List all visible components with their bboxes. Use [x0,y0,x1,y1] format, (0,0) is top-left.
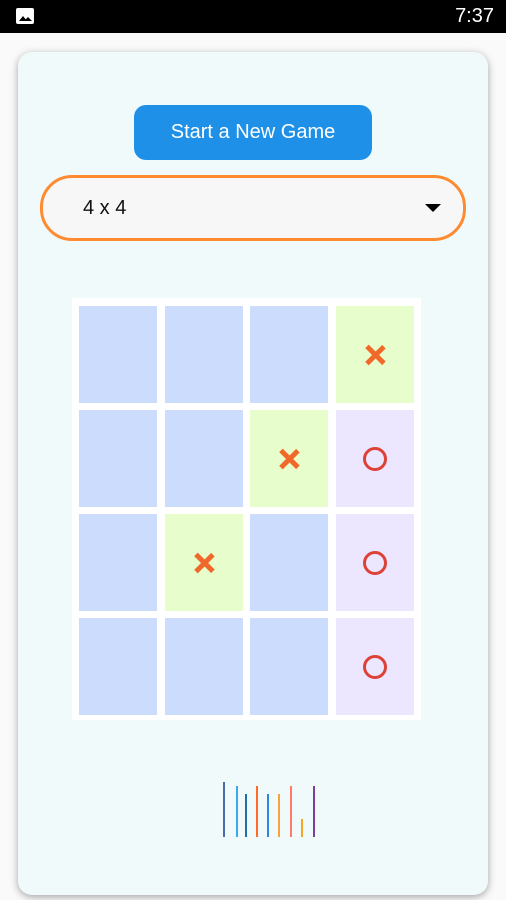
board-cell-r1-c1[interactable] [79,306,157,403]
x-mark-icon [364,344,386,366]
board-cell-r2-c3[interactable] [250,410,328,507]
status-bar: 7:37 [0,0,506,33]
board-cell-r2-c1[interactable] [79,410,157,507]
status-time: 7:37 [455,5,494,27]
board-cell-r4-c1[interactable] [79,618,157,715]
start-new-game-button[interactable]: Start a New Game [134,105,372,160]
board-cell-r2-c2[interactable] [165,410,243,507]
o-mark-icon [363,446,387,471]
board-size-dropdown[interactable]: 4 x 4 [40,175,466,241]
board-cell-r3-c1[interactable] [79,514,157,611]
board-size-value: 4 x 4 [83,197,127,219]
board-cell-r1-c2[interactable] [165,306,243,403]
board-cell-r3-c2[interactable] [165,514,243,611]
image-icon [16,8,34,24]
board-cell-r2-c4[interactable] [336,410,414,507]
board-cell-r3-c3[interactable] [250,514,328,611]
caret-down-icon [425,204,441,212]
board-cell-r1-c4[interactable] [336,306,414,403]
board-cell-r4-c3[interactable] [250,618,328,715]
game-board [72,298,421,720]
x-mark-icon [193,552,215,574]
o-mark-icon [363,550,387,575]
board-cell-r4-c2[interactable] [165,618,243,715]
board-cell-r3-c4[interactable] [336,514,414,611]
o-mark-icon [363,654,387,679]
x-mark-icon [278,448,300,470]
board-cell-r4-c4[interactable] [336,618,414,715]
board-cell-r1-c3[interactable] [250,306,328,403]
